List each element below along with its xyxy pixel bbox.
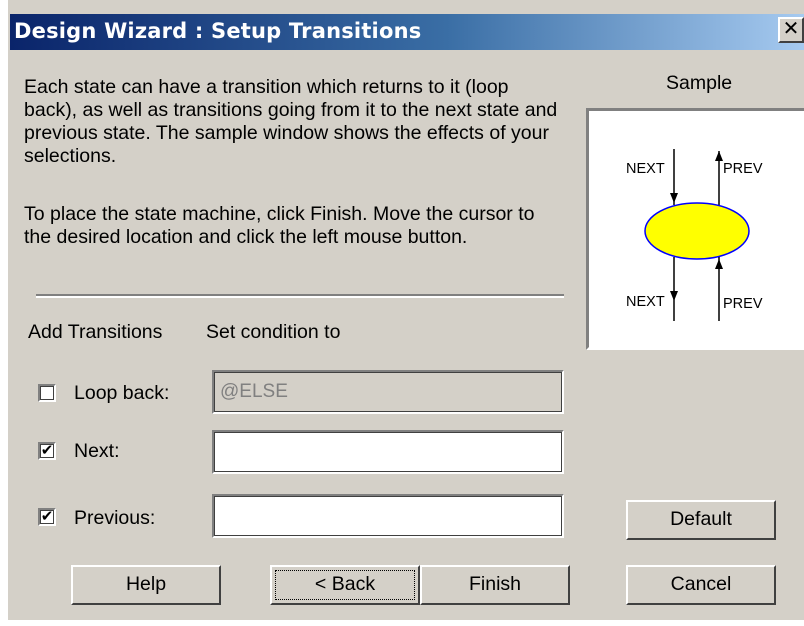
- loop-back-checkbox[interactable]: [38, 384, 56, 402]
- next-out-arrow-icon: [670, 291, 678, 301]
- next-condition-field[interactable]: [212, 430, 564, 474]
- set-condition-header: Set condition to: [206, 321, 341, 343]
- sample-label: Sample: [666, 72, 733, 94]
- close-icon: ✕: [782, 18, 800, 40]
- close-button[interactable]: ✕: [778, 17, 804, 43]
- loop-back-condition-field[interactable]: [212, 370, 564, 414]
- sample-window: NEXT PREV NEXT PREV: [586, 108, 804, 350]
- diagram-label-top-right: PREV: [723, 161, 763, 177]
- loop-back-label: Loop back:: [74, 382, 170, 404]
- prev-in-arrow-icon: [715, 259, 723, 269]
- state-ellipse: [644, 202, 750, 260]
- description-paragraph-1: Each state can have a transition which r…: [24, 76, 558, 167]
- default-button[interactable]: Default: [626, 500, 776, 540]
- diagram-label-top-left: NEXT: [626, 161, 665, 177]
- help-button[interactable]: Help: [71, 565, 221, 605]
- prev-out-arrow-icon: [715, 151, 723, 161]
- previous-condition-field[interactable]: [212, 494, 564, 538]
- add-transitions-header: Add Transitions: [28, 321, 163, 343]
- sample-diagram: NEXT PREV NEXT PREV: [626, 149, 763, 321]
- dialog-title: Design Wizard : Setup Transitions: [14, 19, 422, 43]
- previous-checkbox[interactable]: ✔: [38, 508, 56, 526]
- next-in-arrow-icon: [670, 193, 678, 203]
- back-button[interactable]: < Back: [270, 565, 420, 605]
- description-paragraph-2: To place the state machine, click Finish…: [24, 203, 535, 248]
- design-wizard-dialog: Design Wizard : Setup Transitions ✕ Each…: [8, 0, 804, 620]
- diagram-label-bottom-left: NEXT: [626, 294, 665, 310]
- next-checkbox[interactable]: ✔: [38, 442, 56, 460]
- diagram-label-bottom-right: PREV: [723, 296, 763, 312]
- title-bar: Design Wizard : Setup Transitions ✕: [10, 14, 804, 50]
- cancel-button[interactable]: Cancel: [626, 565, 776, 605]
- previous-label: Previous:: [74, 507, 156, 529]
- separator: [36, 294, 564, 298]
- next-label: Next:: [74, 440, 120, 462]
- finish-button[interactable]: Finish: [420, 565, 570, 605]
